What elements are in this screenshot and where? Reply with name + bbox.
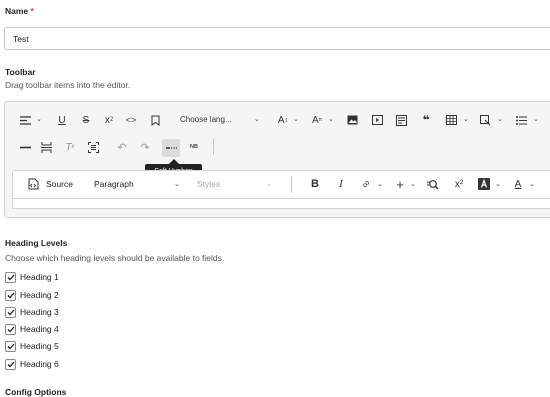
checkbox-checked-icon[interactable] [5, 323, 16, 335]
media-embed-icon[interactable] [370, 112, 384, 128]
checkbox-checked-icon[interactable] [5, 271, 16, 283]
source-button[interactable]: Source [46, 179, 73, 189]
superscript-icon[interactable]: x² [452, 176, 466, 192]
horizontal-line-icon[interactable] [18, 139, 32, 155]
bold-icon[interactable]: B [308, 176, 322, 192]
checkbox-checked-icon[interactable] [5, 289, 16, 301]
bulleted-list-dropdown-icon[interactable]: ⌄ [533, 115, 539, 123]
redo-icon[interactable]: ↷ [138, 139, 152, 155]
remove-format-icon[interactable]: Tx [63, 139, 77, 155]
checkbox-checked-icon[interactable] [5, 358, 16, 370]
special-characters-icon[interactable] [478, 112, 492, 128]
table-icon[interactable] [444, 112, 458, 128]
heading-1-label: Heading 1 [20, 272, 59, 282]
editor-content-area[interactable] [12, 199, 550, 209]
image-icon[interactable] [345, 112, 359, 128]
toolbar-separator [213, 139, 214, 155]
checkbox-checked-icon[interactable] [5, 340, 16, 352]
toolbar-title: Toolbar [5, 67, 36, 77]
heading-2-label: Heading 2 [20, 290, 59, 300]
underline-icon[interactable]: U [55, 112, 69, 128]
font-color-dropdown-icon[interactable]: ⌄ [529, 180, 535, 188]
language-select[interactable]: Choose lang... [180, 115, 232, 124]
heading-4-label: Heading 4 [20, 324, 59, 334]
heading-3-label: Heading 3 [20, 307, 59, 317]
heading-1-checkbox[interactable]: Heading 1 [5, 270, 59, 284]
required-mark: * [30, 6, 34, 16]
font-size-dropdown-icon[interactable]: ⌄ [293, 115, 299, 123]
link-dropdown-icon[interactable]: ⌄ [377, 180, 383, 188]
alignment-icon[interactable] [18, 112, 32, 128]
subscript-icon[interactable]: x2 [101, 112, 117, 128]
highlight-icon[interactable] [477, 177, 490, 190]
table-dropdown-icon[interactable]: ⌄ [463, 115, 469, 123]
insert-icon[interactable]: + [393, 176, 407, 192]
heading-6-checkbox[interactable]: Heading 6 [5, 357, 59, 371]
font-family-dropdown-icon[interactable]: ⌄ [328, 115, 334, 123]
heading-6-label: Heading 6 [20, 359, 59, 369]
blockquote-icon[interactable]: ❝ [419, 112, 433, 128]
italic-icon[interactable]: I [334, 176, 348, 192]
heading-5-label: Heading 5 [20, 341, 59, 351]
html-embed-icon[interactable] [394, 112, 408, 128]
non-breaking-space-icon[interactable]: NB [187, 139, 201, 155]
highlight-dropdown-icon[interactable]: ⌄ [495, 180, 501, 188]
heading-3-checkbox[interactable]: Heading 3 [5, 305, 59, 319]
heading-5-checkbox[interactable]: Heading 5 [5, 339, 59, 353]
heading-2-checkbox[interactable]: Heading 2 [5, 288, 59, 302]
name-input-value: Test [13, 34, 29, 44]
special-characters-dropdown-icon[interactable]: ⌄ [497, 115, 503, 123]
name-label-text: Name [5, 6, 29, 16]
language-dropdown-icon[interactable]: ⌄ [254, 115, 260, 123]
editor-toolbar [12, 170, 550, 199]
font-family-icon[interactable]: Aπ [309, 112, 325, 128]
heading-levels-description: Choose which heading levels should be av… [5, 253, 225, 263]
source-icon[interactable] [26, 177, 40, 191]
paragraph-select[interactable]: Paragraph [94, 179, 134, 189]
soft-hyphen-icon[interactable] [164, 140, 178, 156]
name-input[interactable]: Test [4, 27, 550, 50]
name-label: Name * [5, 6, 34, 16]
paragraph-dropdown-icon[interactable]: ⌄ [174, 180, 180, 188]
code-icon[interactable]: <> [124, 112, 138, 128]
find-replace-icon[interactable] [426, 176, 440, 192]
heading-4-checkbox[interactable]: Heading 4 [5, 322, 59, 336]
font-size-icon[interactable]: A ↕ [275, 112, 291, 128]
font-color-icon[interactable]: A [511, 176, 525, 192]
bulleted-list-icon[interactable] [514, 112, 528, 128]
checkbox-checked-icon[interactable] [5, 306, 16, 318]
undo-icon[interactable]: ↶ [115, 139, 129, 155]
nbsp-label: NB [190, 144, 198, 150]
config-options-title: Config Options [5, 387, 67, 397]
styles-select[interactable]: Styles [197, 179, 220, 189]
page-break-icon[interactable] [39, 139, 53, 155]
heading-levels-title: Heading Levels [5, 238, 68, 248]
strikethrough-icon[interactable]: S [79, 112, 93, 128]
editor-separator [291, 177, 292, 193]
insert-dropdown-icon[interactable]: ⌄ [410, 180, 416, 188]
alignment-dropdown-icon[interactable]: ⌄ [36, 115, 42, 123]
bookmark-icon[interactable] [148, 112, 162, 128]
styles-dropdown-icon[interactable]: ⌄ [266, 180, 272, 188]
toolbar-description: Drag toolbar items into the editor. [5, 80, 131, 90]
show-blocks-icon[interactable] [86, 139, 100, 155]
